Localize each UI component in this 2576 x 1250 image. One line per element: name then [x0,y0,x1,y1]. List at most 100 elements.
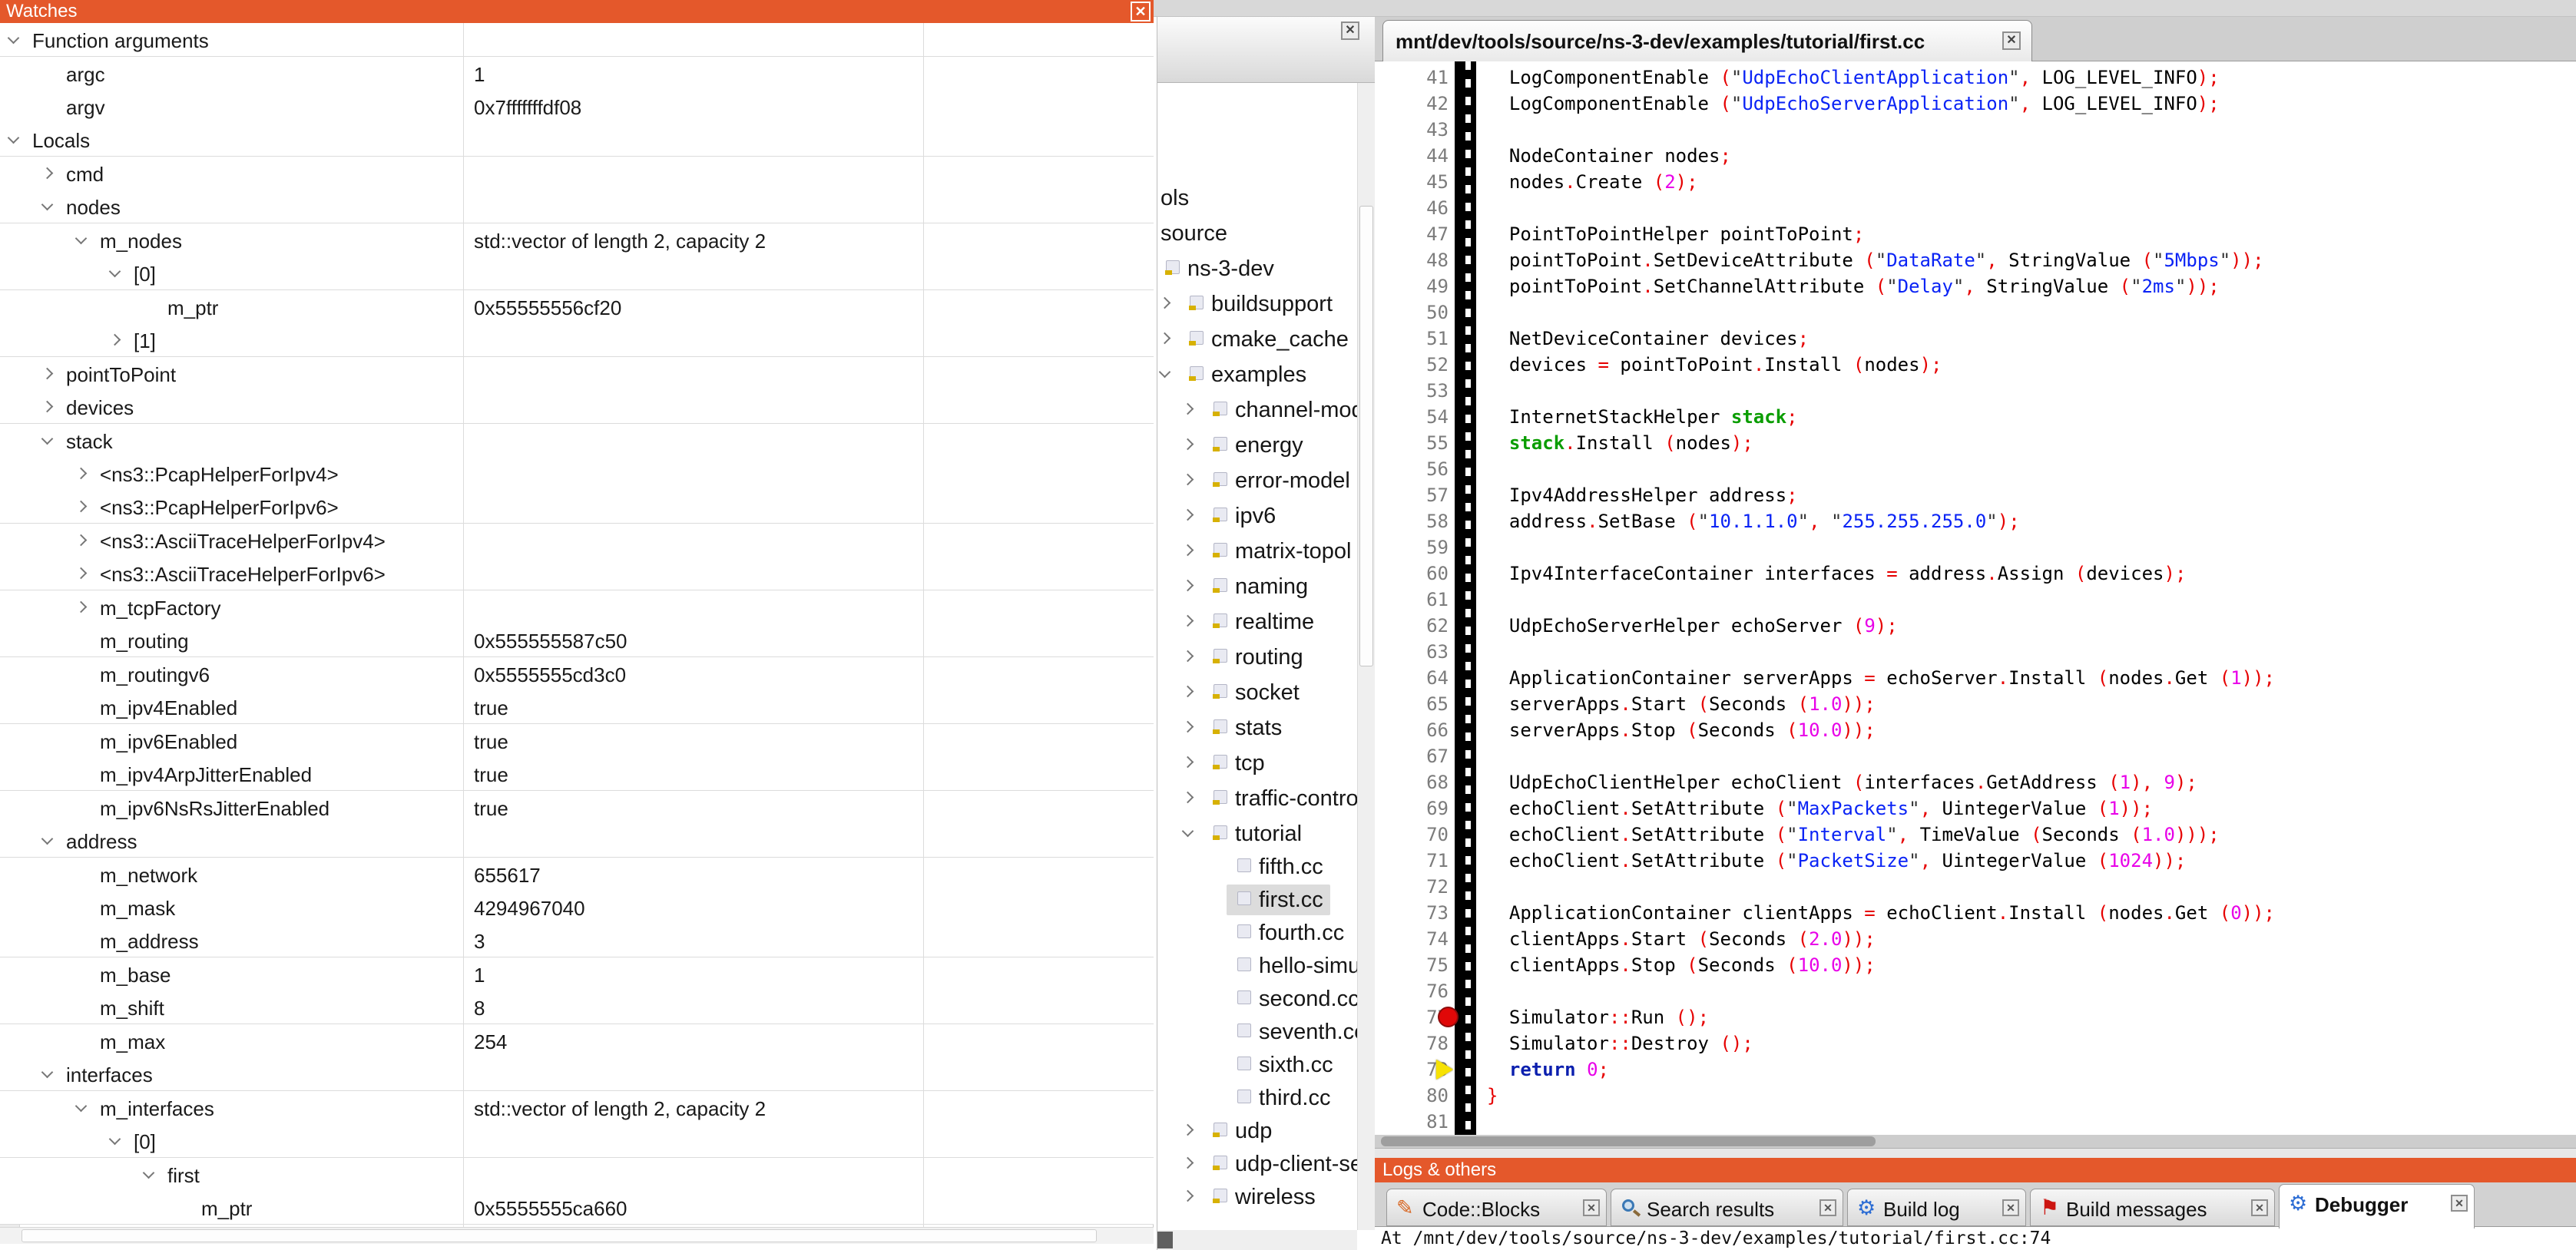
watch-row[interactable]: m_ptr0x5555555ca660 [0,1191,1154,1225]
editor-tab-first-cc[interactable]: mnt/dev/tools/source/ns-3-dev/examples/t… [1382,20,2032,61]
breakpoint-icon[interactable] [1438,1007,1459,1027]
line-number[interactable]: 66 [1375,717,1449,743]
watch-row[interactable]: m_tcpFactory [0,590,1154,624]
line-number[interactable]: 78 [1375,1030,1449,1057]
watch-row[interactable]: m_address3 [0,924,1154,957]
chevron-right-icon[interactable] [1182,650,1194,663]
code-line-52[interactable]: devices = pointToPoint.Install (nodes); [1487,352,1942,378]
watch-row[interactable]: m_network655617 [0,858,1154,891]
logs-tab-search-results[interactable]: Search results✕ [1611,1189,1843,1226]
logs-tab-build-messages[interactable]: ⚑Build messages✕ [2030,1189,2275,1226]
line-number[interactable]: 59 [1375,534,1449,561]
watch-row[interactable]: m_ipv4Enabledtrue [0,690,1154,724]
tree-item-energy[interactable]: energy [1157,428,1375,462]
code-line-69[interactable]: echoClient.SetAttribute ("MaxPackets", U… [1487,795,2153,822]
chevron-right-icon[interactable] [1182,1124,1194,1136]
line-number[interactable]: 75 [1375,952,1449,978]
watch-row[interactable]: m_max254 [0,1024,1154,1058]
line-number[interactable]: 68 [1375,769,1449,795]
tree-item-source[interactable]: source [1157,217,1375,250]
code-line-65[interactable]: serverApps.Start (Seconds (1.0)); [1487,691,1876,717]
line-number[interactable]: 45 [1375,169,1449,195]
tree-item-realtime[interactable]: realtime [1157,605,1375,639]
tree-hscrollbar[interactable] [1157,1230,1357,1250]
code-line-42[interactable]: LogComponentEnable ("UdpEchoServerApplic… [1487,91,2220,117]
tab-close-icon[interactable]: ✕ [2251,1199,2268,1216]
line-number[interactable]: 70 [1375,822,1449,848]
editor-hscroll-thumb[interactable] [1381,1136,1876,1146]
code-line-62[interactable]: UdpEchoServerHelper echoServer (9); [1487,613,1898,639]
code-line-66[interactable]: serverApps.Stop (Seconds (10.0)); [1487,717,1876,743]
tree-item-ns-3-dev[interactable]: ns-3-dev [1157,252,1375,286]
chevron-down-icon[interactable] [1182,825,1194,838]
chevron-right-icon[interactable] [1182,756,1194,769]
watch-row[interactable]: nodes [0,190,1154,223]
line-number[interactable]: 46 [1375,195,1449,221]
line-number[interactable]: 81 [1375,1109,1449,1135]
chevron-down-icon[interactable] [1159,366,1171,379]
line-number[interactable]: 76 [1375,978,1449,1004]
line-number[interactable]: 67 [1375,743,1449,769]
chevron-down-icon[interactable] [109,1133,121,1146]
watch-row[interactable]: m_base1 [0,957,1154,991]
line-number[interactable]: 60 [1375,561,1449,587]
editor-tab-close-icon[interactable]: ✕ [2002,31,2021,50]
code-line-79[interactable]: return 0; [1487,1057,1609,1083]
watch-row[interactable]: devices [0,390,1154,424]
chevron-right-icon[interactable] [1182,544,1194,557]
line-number[interactable]: 73 [1375,900,1449,926]
code-line-45[interactable]: nodes.Create (2); [1487,169,1698,195]
tree-item-tcp[interactable]: tcp [1157,746,1375,780]
code-line-41[interactable]: LogComponentEnable ("UdpEchoClientApplic… [1487,64,2220,91]
line-number[interactable]: 55 [1375,430,1449,456]
chevron-right-icon[interactable] [1182,580,1194,592]
code-line-55[interactable]: stack.Install (nodes); [1487,430,1753,456]
line-number[interactable]: 48 [1375,247,1449,273]
tree-item-sixth-cc[interactable]: sixth.cc [1157,1048,1375,1082]
line-number[interactable]: 72 [1375,874,1449,900]
code-line-58[interactable]: address.SetBase ("10.1.1.0", "255.255.25… [1487,508,2020,534]
code-line-47[interactable]: PointToPointHelper pointToPoint; [1487,221,1864,247]
tab-close-icon[interactable]: ✕ [2002,1199,2019,1216]
line-number[interactable]: 62 [1375,613,1449,639]
chevron-right-icon[interactable] [1182,721,1194,733]
chevron-right-icon[interactable] [1182,792,1194,804]
chevron-right-icon[interactable] [75,468,88,480]
chevron-right-icon[interactable] [1182,1190,1194,1202]
code-line-68[interactable]: UdpEchoClientHelper echoClient (interfac… [1487,769,2197,795]
code-line-64[interactable]: ApplicationContainer serverApps = echoSe… [1487,665,2275,691]
line-number[interactable]: 51 [1375,326,1449,352]
line-number[interactable]: 69 [1375,795,1449,822]
tree-item-stats[interactable]: stats [1157,711,1375,745]
chevron-down-icon[interactable] [8,32,20,45]
watches-close-icon[interactable]: ✕ [1131,2,1151,21]
tree-item-second-cc[interactable]: second.cc [1157,982,1375,1016]
code-line-51[interactable]: NetDeviceContainer devices; [1487,326,1809,352]
chevron-right-icon[interactable] [41,167,54,180]
watch-row[interactable]: m_shift8 [0,990,1154,1024]
tree-item-naming[interactable]: naming [1157,570,1375,604]
line-number[interactable]: 52 [1375,352,1449,378]
chevron-down-icon[interactable] [143,1166,155,1179]
line-number[interactable]: 57 [1375,482,1449,508]
watch-row[interactable]: address [0,824,1154,858]
chevron-down-icon[interactable] [75,1100,88,1112]
watches-title-bar[interactable]: Watches ✕ [0,0,1154,23]
code-line-73[interactable]: ApplicationContainer clientApps = echoCl… [1487,900,2275,926]
tree-item-tutorial[interactable]: tutorial [1157,817,1375,851]
tree-item-third-cc[interactable]: third.cc [1157,1081,1375,1115]
logs-tab-code-blocks[interactable]: ✎Code::Blocks✕ [1386,1189,1607,1226]
code-line-48[interactable]: pointToPoint.SetDeviceAttribute ("DataRa… [1487,247,2264,273]
editor-hscrollbar[interactable] [1375,1135,2576,1148]
chevron-right-icon[interactable] [109,334,121,346]
code-line-75[interactable]: clientApps.Stop (Seconds (10.0)); [1487,952,1876,978]
line-number[interactable]: 50 [1375,299,1449,326]
tree-item-cmake-cache[interactable]: cmake_cache [1157,322,1375,356]
chevron-right-icon[interactable] [41,367,54,379]
chevron-down-icon[interactable] [8,132,20,144]
tree-vscroll-thumb[interactable] [1359,206,1373,666]
watch-row[interactable]: <ns3::AsciiTraceHelperForIpv4> [0,524,1154,557]
chevron-right-icon[interactable] [75,501,88,513]
chevron-right-icon[interactable] [1182,403,1194,415]
line-number[interactable]: 80 [1375,1083,1449,1109]
